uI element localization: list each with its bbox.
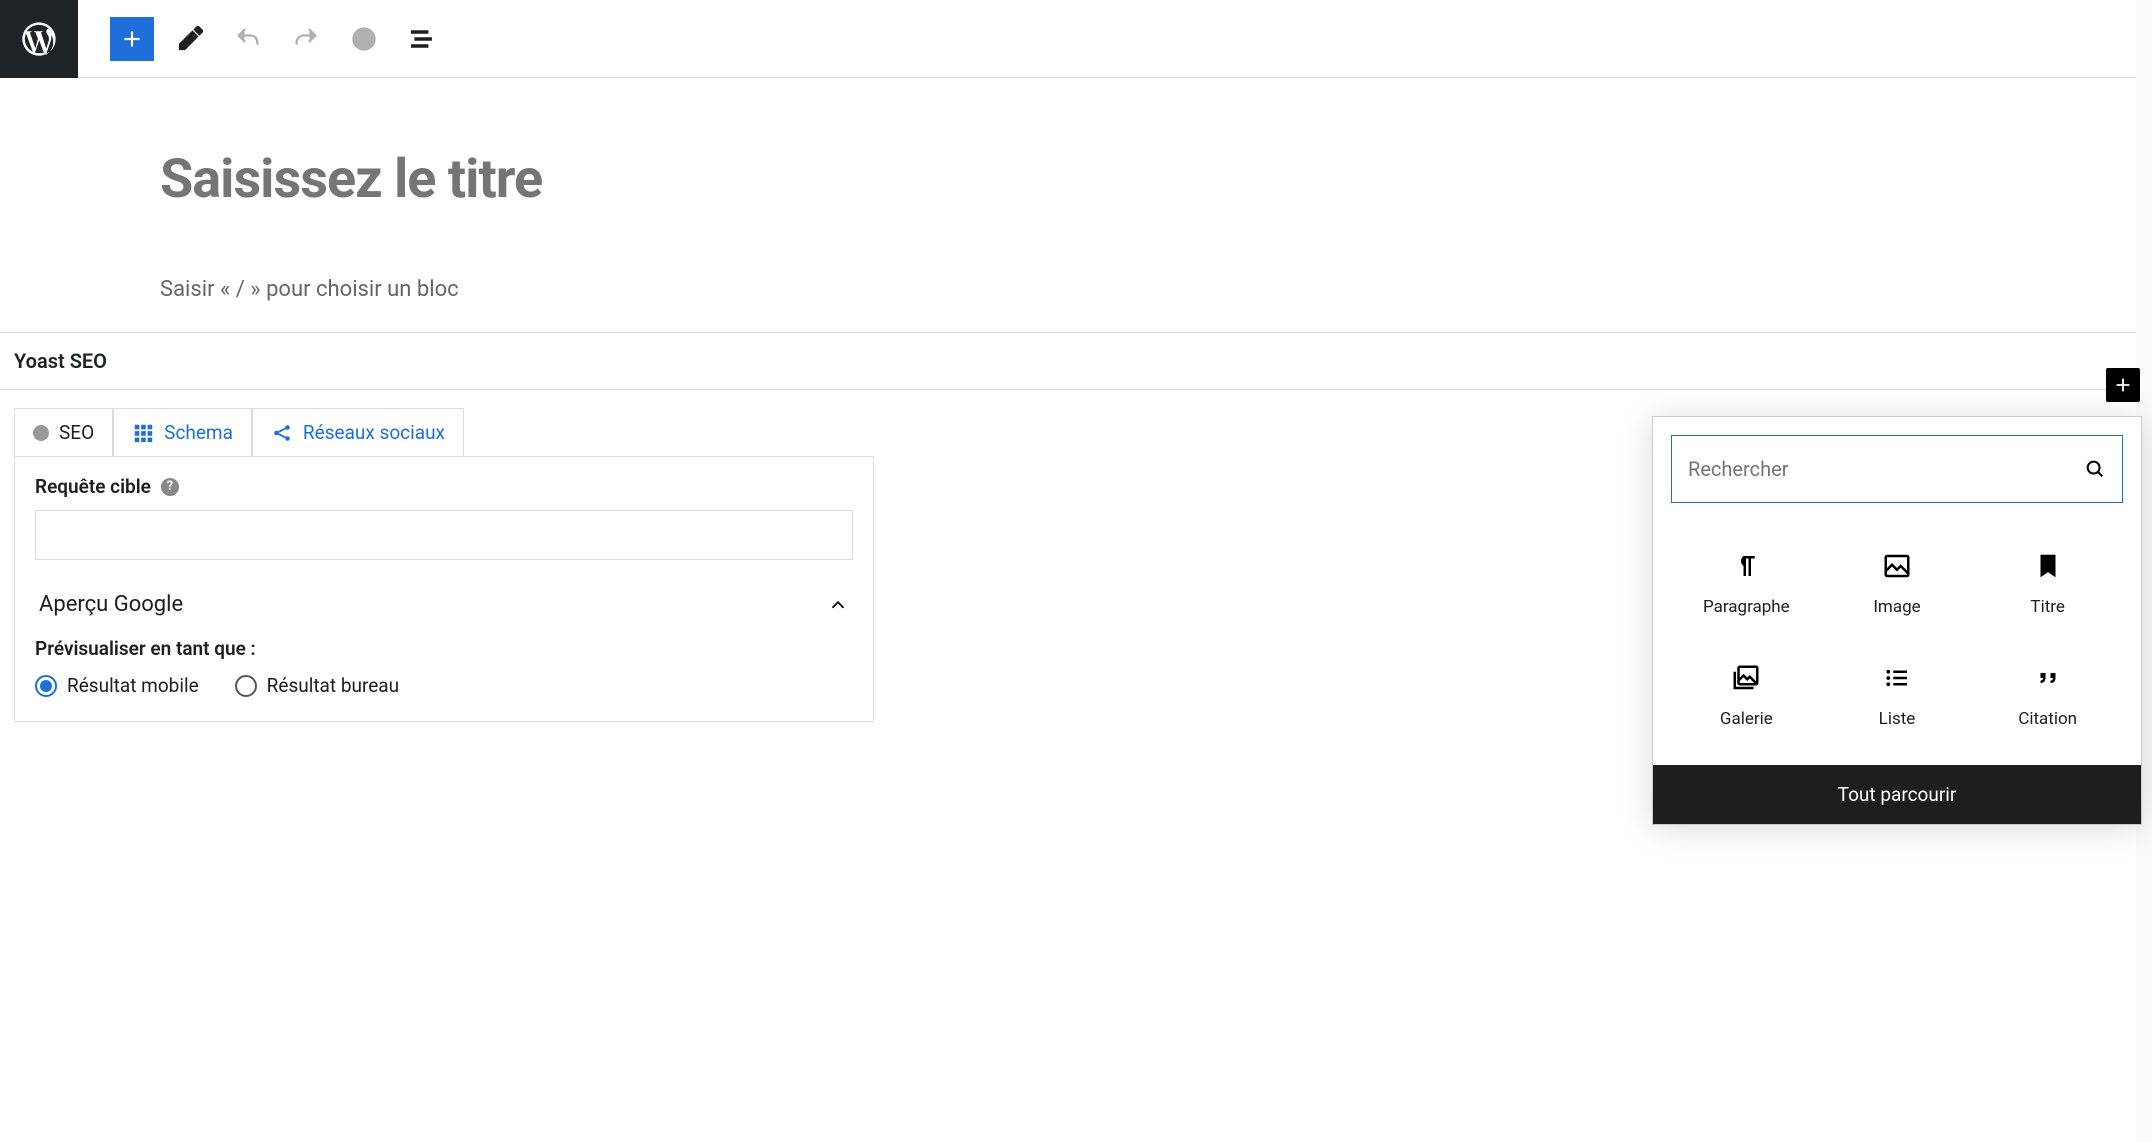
- pencil-icon: [176, 25, 204, 53]
- inline-inserter-button[interactable]: [2106, 368, 2140, 402]
- list-view-icon: [408, 25, 436, 53]
- post-title-input[interactable]: [160, 148, 1992, 211]
- block-search-input[interactable]: [1688, 457, 2084, 481]
- yoast-panel-title: Yoast SEO: [0, 333, 2152, 390]
- tab-seo[interactable]: SEO: [14, 408, 113, 456]
- radio-mobile[interactable]: Résultat mobile: [35, 674, 199, 697]
- accordion-title: Aperçu Google: [39, 592, 183, 617]
- block-item-heading[interactable]: Titre: [1972, 533, 2123, 635]
- radio-desktop[interactable]: Résultat bureau: [235, 674, 399, 697]
- search-icon: [2084, 458, 2106, 480]
- plus-icon: [119, 26, 145, 52]
- block-grid: Paragraphe Image Titre Galerie Liste: [1671, 533, 2123, 747]
- focus-keyword-label: Requête cible ?: [35, 475, 853, 498]
- wordpress-logo-button[interactable]: [0, 0, 78, 78]
- tab-label: Réseaux sociaux: [303, 421, 445, 444]
- quote-icon: [2033, 663, 2063, 693]
- browse-all-button[interactable]: Tout parcourir: [1653, 765, 2141, 824]
- info-icon: [350, 25, 378, 53]
- preview-radio-group: Résultat mobile Résultat bureau: [35, 674, 853, 697]
- tools-button[interactable]: [168, 17, 212, 61]
- tab-label: SEO: [59, 421, 94, 444]
- block-label: Image: [1873, 597, 1920, 617]
- bookmark-icon: [2033, 551, 2063, 581]
- block-label: Liste: [1879, 709, 1916, 729]
- yoast-tab-content: Requête cible ? Aperçu Google Prévisuali…: [14, 456, 874, 722]
- block-label: Galerie: [1720, 709, 1773, 729]
- chevron-up-icon: [827, 594, 849, 616]
- block-prompt-text[interactable]: Saisir « / » pour choisir un bloc: [160, 277, 1992, 302]
- block-item-paragraph[interactable]: Paragraphe: [1671, 533, 1822, 635]
- preview-as-label: Prévisualiser en tant que :: [35, 637, 853, 660]
- redo-button[interactable]: [284, 17, 328, 61]
- undo-icon: [234, 25, 262, 53]
- help-icon[interactable]: ?: [161, 478, 179, 496]
- tab-social[interactable]: Réseaux sociaux: [252, 408, 464, 456]
- share-icon: [271, 422, 293, 444]
- redo-icon: [292, 25, 320, 53]
- toolbar-actions: [78, 17, 444, 61]
- block-inserter-button[interactable]: [110, 17, 154, 61]
- block-item-image[interactable]: Image: [1822, 533, 1973, 635]
- gallery-icon: [1731, 663, 1761, 693]
- block-label: Citation: [2018, 709, 2077, 729]
- list-icon: [1882, 663, 1912, 693]
- block-item-gallery[interactable]: Galerie: [1671, 645, 1822, 747]
- image-icon: [1882, 551, 1912, 581]
- radio-checked-icon: [35, 675, 57, 697]
- radio-label: Résultat bureau: [267, 674, 399, 697]
- tab-label: Schema: [164, 421, 233, 444]
- focus-keyword-text: Requête cible: [35, 475, 151, 498]
- radio-label: Résultat mobile: [67, 674, 199, 697]
- block-item-quote[interactable]: Citation: [1972, 645, 2123, 747]
- grid-icon: [132, 422, 154, 444]
- focus-keyword-input[interactable]: [35, 510, 853, 560]
- paragraph-icon: [1731, 551, 1761, 581]
- block-search-box[interactable]: [1671, 435, 2123, 503]
- block-label: Paragraphe: [1703, 597, 1790, 617]
- block-label: Titre: [2030, 597, 2064, 617]
- undo-button[interactable]: [226, 17, 270, 61]
- status-dot-icon: [33, 425, 49, 441]
- plus-icon: [2112, 374, 2134, 396]
- block-inserter-panel: Paragraphe Image Titre Galerie Liste: [1652, 416, 2142, 825]
- details-button[interactable]: [342, 17, 386, 61]
- google-preview-header[interactable]: Aperçu Google: [35, 580, 853, 629]
- block-item-list[interactable]: Liste: [1822, 645, 1973, 747]
- editor-canvas: Saisir « / » pour choisir un bloc Paragr…: [0, 78, 2152, 302]
- google-preview-accordion: Aperçu Google Prévisualiser en tant que …: [35, 580, 853, 697]
- wordpress-icon: [19, 19, 59, 59]
- outline-button[interactable]: [400, 17, 444, 61]
- radio-unchecked-icon: [235, 675, 257, 697]
- editor-top-bar: [0, 0, 2152, 78]
- tab-schema[interactable]: Schema: [113, 408, 252, 456]
